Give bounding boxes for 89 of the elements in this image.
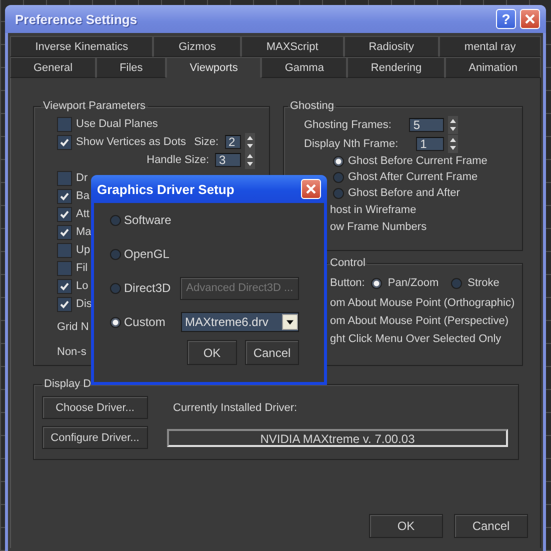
spinner-arrows-icon[interactable] (448, 134, 458, 152)
dialog-title: Graphics Driver Setup (97, 182, 234, 196)
tab[interactable]: mental ray (439, 36, 541, 57)
radio-label: Custom (124, 315, 166, 329)
tab[interactable]: General (10, 57, 96, 78)
checkbox-label: Fil (76, 262, 88, 274)
radio-label: Stroke (468, 277, 500, 289)
option-label: Grid N (57, 321, 89, 333)
checkbox-label: Att (76, 208, 90, 220)
spinner-label: Ghosting Frames: (304, 118, 392, 130)
checkbox[interactable] (57, 116, 72, 132)
checkbox-label: om About Mouse Point (Perspective) (330, 315, 509, 327)
checkbox[interactable] (57, 170, 72, 186)
dialog-button[interactable]: Cancel (245, 340, 299, 365)
configure-driver-button[interactable]: Configure Driver... (42, 426, 148, 449)
checkbox-label: Up (76, 244, 90, 256)
radio-label: OpenGL (124, 247, 170, 261)
tab[interactable]: Rendering (347, 57, 446, 78)
radio-label: Ghost After Current Frame (348, 171, 478, 183)
checkbox-label: Ba (76, 190, 90, 202)
radio-button[interactable] (333, 188, 344, 198)
radio-label: Direct3D (124, 281, 172, 295)
spinner-arrows-icon[interactable] (448, 116, 458, 134)
checkbox[interactable] (57, 188, 72, 204)
checkbox[interactable] (57, 278, 72, 294)
spinner-label: Size: (194, 136, 219, 148)
spinner-field[interactable]: 3 (215, 153, 241, 167)
group-title: Viewport Parameters (42, 100, 147, 112)
close-icon (524, 13, 536, 25)
close-button[interactable] (520, 9, 540, 29)
spinner-label: Display Nth Frame: (304, 138, 398, 150)
checkbox[interactable] (57, 242, 72, 258)
checkbox[interactable] (57, 260, 72, 276)
checkbox[interactable] (57, 206, 72, 222)
radio-label: Ghost Before and After (348, 187, 460, 199)
radio-label: Ghost Before Current Frame (348, 155, 488, 167)
checkbox-label: ght Click Menu Over Selected Only (330, 333, 502, 345)
checkbox-label: host in Wireframe (330, 204, 416, 216)
tab[interactable]: Radiosity (344, 36, 440, 57)
tab[interactable]: Viewports (166, 57, 262, 78)
radio-button[interactable] (110, 214, 121, 226)
spinner-arrows-icon[interactable] (245, 151, 255, 169)
option-label: Non-s (57, 346, 86, 358)
radio-button[interactable] (370, 278, 382, 288)
close-icon (305, 183, 317, 195)
checkbox[interactable] (57, 296, 72, 312)
tab[interactable]: Inverse Kinematics (10, 36, 154, 57)
installed-driver-label: Currently Installed Driver: (172, 402, 298, 414)
checkbox-label: Lo (76, 280, 88, 292)
radio-button[interactable] (110, 248, 121, 260)
help-button[interactable]: ? (496, 9, 516, 29)
option-label: Button: (330, 277, 365, 289)
group-title: Display D (43, 378, 92, 390)
tab[interactable]: Gamma (261, 57, 348, 78)
dialog-button[interactable]: OK (187, 340, 237, 365)
checkbox-label: Show Vertices as Dots (76, 136, 186, 148)
close-button[interactable] (301, 179, 321, 199)
radio-button[interactable] (110, 316, 121, 328)
group-title: Ghosting (289, 100, 336, 112)
radio-button[interactable] (333, 156, 344, 166)
checkbox[interactable] (57, 224, 72, 240)
spinner-field[interactable]: 5 (409, 118, 444, 132)
checkbox[interactable] (57, 134, 72, 150)
group-title: Control (329, 257, 366, 269)
checkbox-label: Use Dual Planes (76, 118, 158, 130)
spinner-field[interactable]: 1 (416, 136, 444, 150)
tab[interactable]: Files (96, 57, 166, 78)
radio-button[interactable] (450, 278, 462, 288)
spinner-arrows-icon[interactable] (245, 133, 255, 151)
choose-driver-button[interactable]: Choose Driver... (42, 396, 148, 419)
dialog-button[interactable]: Cancel (454, 514, 528, 538)
radio-button[interactable] (110, 282, 121, 294)
radio-label: Pan/Zoom (388, 277, 439, 289)
installed-driver-field: NVIDIA MAXtreme v. 7.00.03 (167, 428, 508, 446)
radio-label: Software (124, 213, 172, 227)
checkbox-label: Dis (76, 298, 92, 310)
checkbox-label: om About Mouse Point (Orthographic) (330, 297, 515, 309)
spinner-label: Handle Size: (146, 154, 209, 166)
checkbox-label: Dr (76, 172, 88, 184)
driver-dropdown[interactable]: MAXtreme6.drv (181, 312, 299, 332)
tab[interactable]: MAXScript (241, 36, 344, 57)
spinner-field[interactable]: 2 (224, 135, 241, 149)
radio-button[interactable] (333, 172, 344, 182)
dialog-button[interactable]: OK (369, 514, 443, 538)
tab[interactable]: Gizmos (153, 36, 242, 57)
tab[interactable]: Animation (445, 57, 542, 78)
checkbox-label: Ma (76, 226, 92, 238)
window-title: Preference Settings (15, 12, 138, 26)
checkbox-label: ow Frame Numbers (330, 220, 427, 232)
